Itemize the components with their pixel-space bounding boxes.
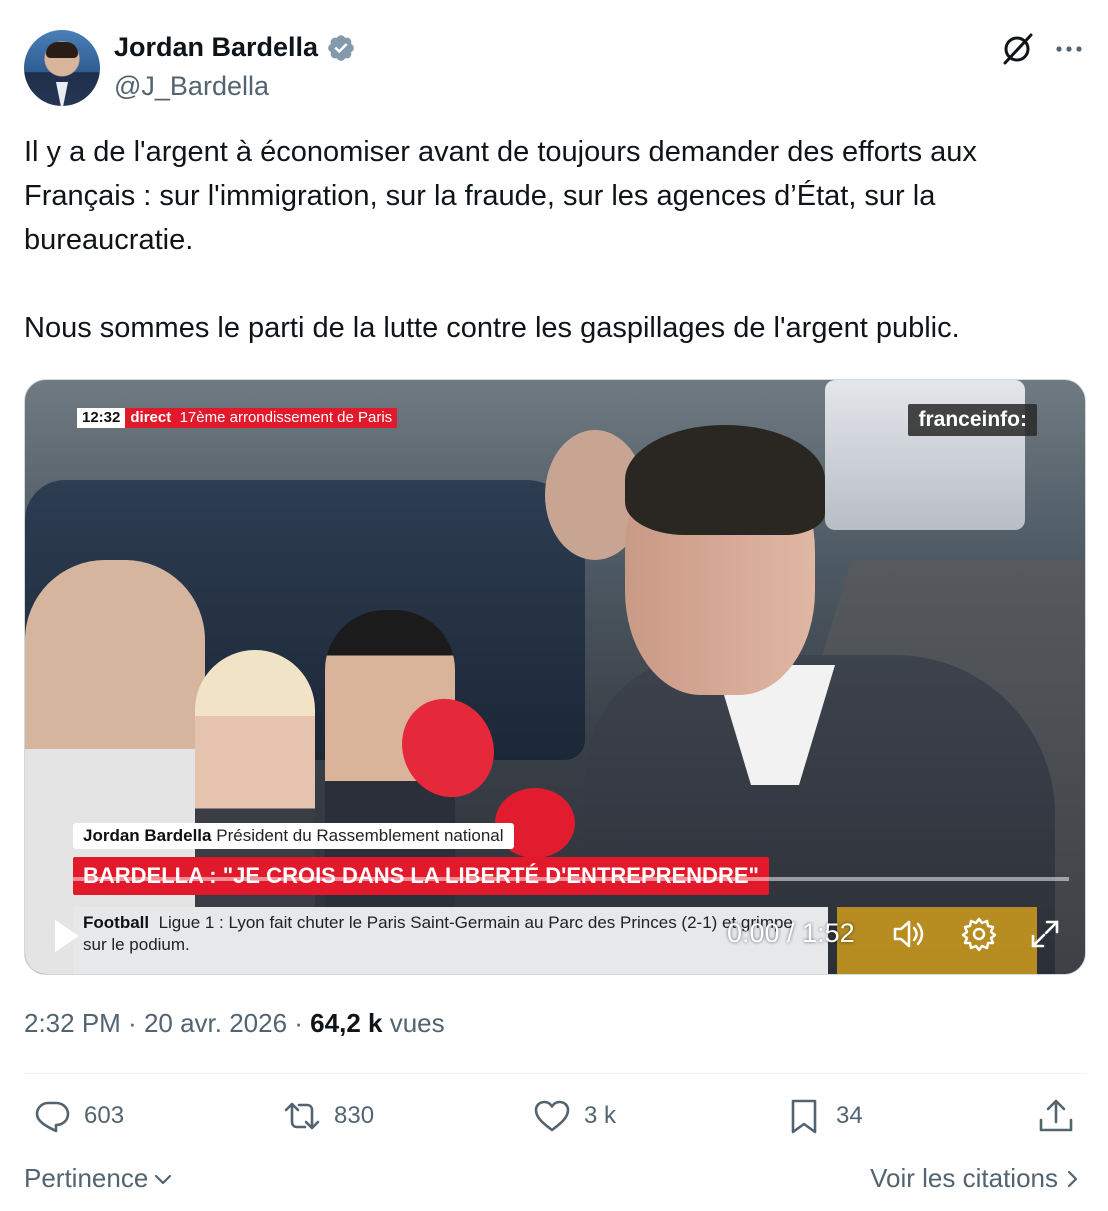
reply-icon bbox=[35, 1101, 70, 1133]
live-time: 12:32 bbox=[77, 408, 126, 428]
reply-button[interactable]: 603 bbox=[32, 1096, 124, 1136]
tweet-meta: 2:32 PM · 20 avr. 2026 · 64,2 k vues bbox=[24, 1008, 445, 1039]
avatar-hair bbox=[46, 42, 78, 58]
ticker-text: Ligue 1 : Lyon fait chuter le Paris Sain… bbox=[83, 913, 793, 954]
settings-gear-icon[interactable] bbox=[959, 914, 999, 954]
share-icon[interactable] bbox=[1036, 1096, 1076, 1136]
ticker-side-panel bbox=[837, 907, 1037, 974]
live-location: 17ème arrondissement de Paris bbox=[179, 409, 393, 426]
play-icon[interactable] bbox=[51, 916, 83, 956]
video-timecode: 0:00 / 1:52 bbox=[727, 918, 855, 948]
live-tag: direct 17ème arrondissement de Paris bbox=[125, 408, 398, 428]
repost-icon bbox=[284, 1102, 320, 1130]
volume-muted-icon[interactable] bbox=[889, 914, 929, 954]
meta-separator: · bbox=[120, 1008, 144, 1038]
like-count: 3 k bbox=[584, 1102, 617, 1129]
tweet-date[interactable]: 20 avr. 2026 bbox=[144, 1008, 287, 1038]
avatar[interactable] bbox=[24, 30, 100, 106]
speaker-name: Jordan Bardella bbox=[83, 826, 212, 845]
bookmark-button[interactable]: 34 bbox=[784, 1096, 863, 1136]
divider bbox=[24, 1073, 1086, 1074]
views-count: 64,2 k bbox=[310, 1008, 383, 1038]
author-handle[interactable]: @J_Bardella bbox=[114, 71, 269, 102]
heart-icon bbox=[534, 1100, 570, 1132]
live-bar: 12:32 direct 17ème arrondissement de Par… bbox=[77, 408, 398, 428]
speaker-title: Président du Rassemblement national bbox=[216, 826, 504, 845]
chevron-down-icon bbox=[155, 1174, 172, 1184]
author-name[interactable]: Jordan Bardella bbox=[114, 32, 318, 63]
view-quotes-link[interactable]: Voir les citations bbox=[870, 1163, 1082, 1194]
sort-dropdown[interactable]: Pertinence bbox=[24, 1163, 174, 1194]
speaker-caption: Jordan Bardella Président du Rassembleme… bbox=[73, 823, 514, 849]
ticker-category: Football bbox=[83, 913, 150, 932]
tweet-text: Il y a de l'argent à économiser avant de… bbox=[24, 136, 977, 344]
bookmark-icon bbox=[791, 1099, 817, 1134]
video-player[interactable]: 12:32 direct 17ème arrondissement de Par… bbox=[24, 379, 1086, 975]
reply-count: 603 bbox=[84, 1102, 125, 1129]
video-progress-bar[interactable] bbox=[73, 877, 1069, 881]
bookmark-count: 34 bbox=[836, 1102, 863, 1129]
like-button[interactable]: 3 k bbox=[532, 1096, 616, 1136]
tweet-time[interactable]: 2:32 PM bbox=[24, 1008, 121, 1038]
meta-separator: · bbox=[287, 1008, 311, 1038]
repost-count: 830 bbox=[334, 1102, 375, 1129]
channel-logo: franceinfo: bbox=[908, 404, 1037, 436]
live-label: direct bbox=[130, 409, 172, 426]
fullscreen-icon[interactable] bbox=[1027, 914, 1063, 954]
repost-button[interactable]: 830 bbox=[282, 1096, 374, 1136]
video-headline: BARDELLA : "JE CROIS DANS LA LIBERTÉ D'E… bbox=[73, 857, 769, 895]
quotes-label: Voir les citations bbox=[870, 1163, 1058, 1193]
more-horizontal-icon[interactable] bbox=[1050, 30, 1088, 68]
verified-badge-icon bbox=[328, 34, 354, 61]
slashed-circle-icon[interactable] bbox=[998, 30, 1036, 68]
news-ticker: Football Ligue 1 : Lyon fait chuter le P… bbox=[73, 907, 828, 974]
avatar-shirt bbox=[56, 82, 68, 106]
author-name-row[interactable]: Jordan Bardella bbox=[114, 32, 356, 63]
scene-speaker-hair bbox=[625, 425, 825, 535]
chevron-right-icon bbox=[1067, 1170, 1078, 1187]
sort-label: Pertinence bbox=[24, 1163, 149, 1193]
views-label: vues bbox=[389, 1008, 445, 1038]
